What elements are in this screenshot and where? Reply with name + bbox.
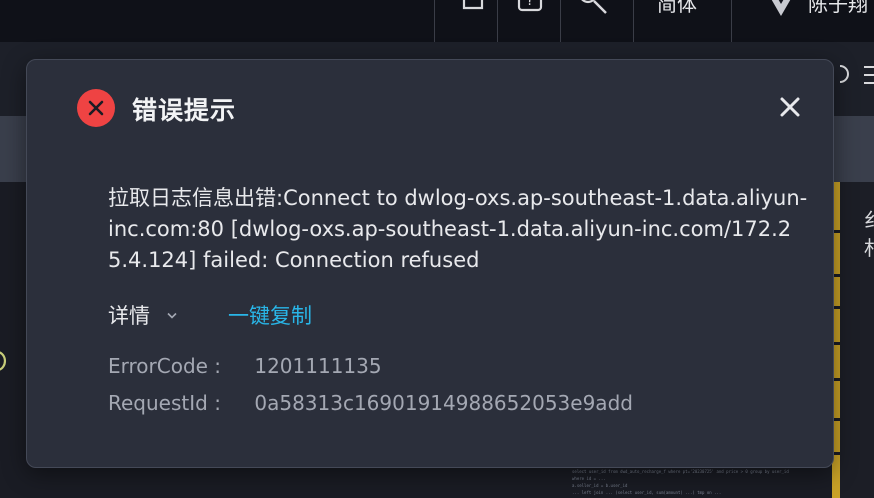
user-name[interactable]: 陈子翔 bbox=[808, 0, 868, 17]
copy-all-button[interactable]: 一键复制 bbox=[228, 300, 312, 330]
nav-separator bbox=[731, 0, 732, 42]
nav-separator bbox=[497, 0, 498, 42]
error-x-circle-icon bbox=[77, 89, 115, 127]
help-icon[interactable]: ? bbox=[517, 0, 543, 12]
menu-icon[interactable] bbox=[862, 64, 874, 91]
details-label: 详情 bbox=[108, 304, 150, 328]
request-id-value: 0a58313c16901914988652053e9add bbox=[254, 391, 633, 415]
error-code-value: 1201111135 bbox=[254, 354, 382, 378]
dialog-title: 错误提示 bbox=[132, 96, 237, 125]
sql-code-preview: select user_id from dwd_auto_recharge_f … bbox=[572, 468, 832, 498]
details-toggle[interactable]: 详情 bbox=[108, 300, 178, 330]
side-panel-label-2: 札 bbox=[864, 232, 874, 261]
code-line: a.seller_id = b.user_id bbox=[572, 483, 628, 488]
request-id-row: RequestId : 0a58313c16901914988652053e9a… bbox=[108, 391, 633, 415]
left-edge-glyph bbox=[0, 346, 10, 383]
language-switch[interactable]: 简体 bbox=[657, 0, 697, 17]
search-icon[interactable] bbox=[578, 0, 607, 14]
nav-separator bbox=[560, 0, 561, 42]
error-dialog: 错误提示 拉取日志信息出错:Connect to dwlog-oxs.ap-so… bbox=[26, 59, 834, 468]
side-panel-label-1: 纟 bbox=[864, 204, 874, 233]
code-line: ... left join ... (select user_id, sum(a… bbox=[572, 490, 722, 495]
user-level-icon bbox=[764, 0, 791, 16]
refresh-icon[interactable] bbox=[839, 62, 854, 91]
bell-icon[interactable] bbox=[460, 0, 486, 12]
nav-separator bbox=[633, 0, 634, 42]
close-icon[interactable] bbox=[778, 95, 802, 119]
code-line: where id = ... bbox=[572, 476, 606, 481]
right-side-panel: 纟 札 bbox=[840, 182, 874, 498]
chevron-down-icon bbox=[166, 307, 178, 325]
svg-text:?: ? bbox=[526, 0, 533, 9]
error-message: 拉取日志信息出错:Connect to dwlog-oxs.ap-southea… bbox=[108, 186, 808, 272]
code-line: select user_id from dwd_auto_recharge_f … bbox=[572, 469, 789, 474]
error-code-label: ErrorCode : bbox=[108, 354, 222, 378]
request-id-label: RequestId : bbox=[108, 391, 221, 415]
top-navigation-bar: ? 简体 陈子翔 bbox=[0, 0, 874, 42]
error-code-row: ErrorCode : 1201111135 bbox=[108, 354, 382, 378]
nav-separator bbox=[434, 0, 435, 42]
